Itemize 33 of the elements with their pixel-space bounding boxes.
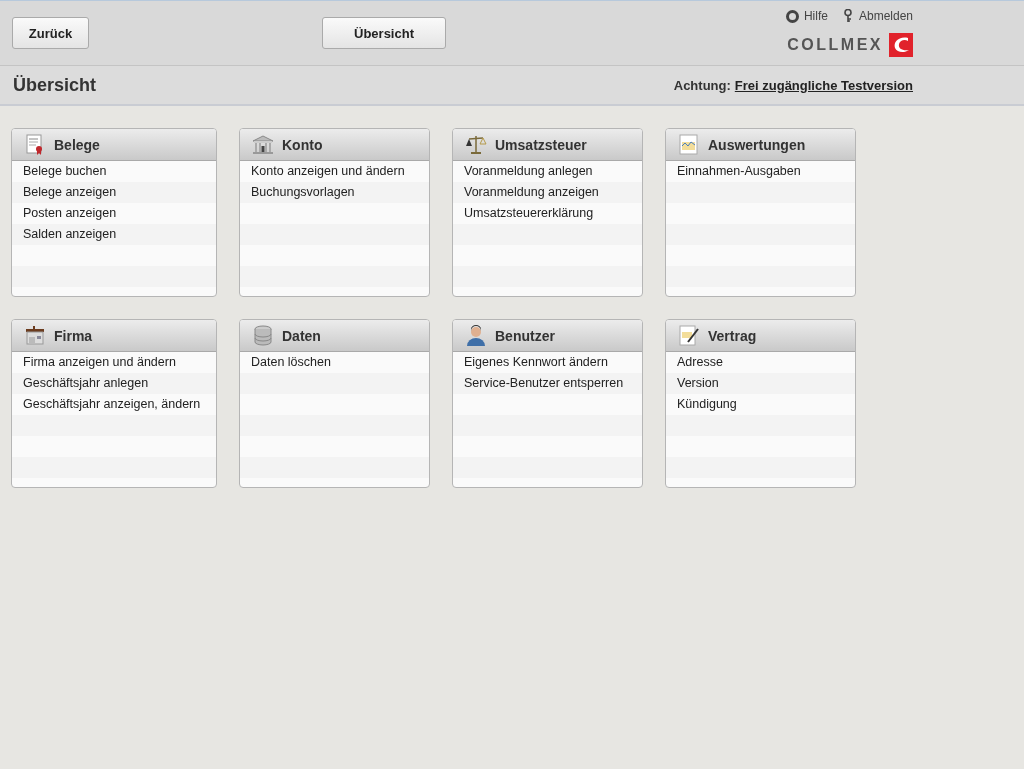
card-title: Daten xyxy=(282,327,321,344)
card-title: Belege xyxy=(54,136,100,153)
back-button[interactable]: Zurück xyxy=(12,17,89,49)
menu-link[interactable]: Belege anzeigen xyxy=(12,182,216,203)
card-title: Benutzer xyxy=(495,327,555,344)
storefront-icon xyxy=(24,324,46,347)
page-title: Übersicht xyxy=(13,74,97,96)
bank-building-icon xyxy=(252,133,274,156)
menu-link[interactable]: Version xyxy=(666,373,855,394)
menu-link[interactable]: Geschäftsjahr anlegen xyxy=(12,373,216,394)
notice-label: Achtung: xyxy=(673,77,731,93)
menu-link[interactable]: Voranmeldung anzeigen xyxy=(453,182,642,203)
lifebuoy-icon xyxy=(785,9,799,23)
logo-text: COLLMEX xyxy=(787,36,883,54)
menu-link[interactable]: Service-Benutzer entsperren xyxy=(453,373,642,394)
user-icon xyxy=(465,324,487,347)
card-title: Vertrag xyxy=(708,327,757,344)
logout-link[interactable]: Abmelden xyxy=(858,9,913,23)
test-version-link[interactable]: Frei zugängliche Testversion xyxy=(734,77,913,93)
help-link[interactable]: Hilfe xyxy=(803,9,828,23)
menu-link[interactable]: Buchungsvorlagen xyxy=(240,182,429,203)
chart-document-icon xyxy=(678,133,700,156)
card-title: Konto xyxy=(282,136,323,153)
card-title: Auswertungen xyxy=(708,136,806,153)
scales-icon xyxy=(465,133,487,156)
menu-link[interactable]: Salden anzeigen xyxy=(12,224,216,245)
logo-icon xyxy=(889,33,913,57)
card-title: Umsatzsteuer xyxy=(495,136,587,153)
database-icon xyxy=(252,324,274,347)
card-title: Firma xyxy=(54,327,93,344)
key-icon xyxy=(843,9,854,23)
overview-button[interactable]: Übersicht xyxy=(322,17,446,49)
contract-pen-icon xyxy=(678,324,700,347)
